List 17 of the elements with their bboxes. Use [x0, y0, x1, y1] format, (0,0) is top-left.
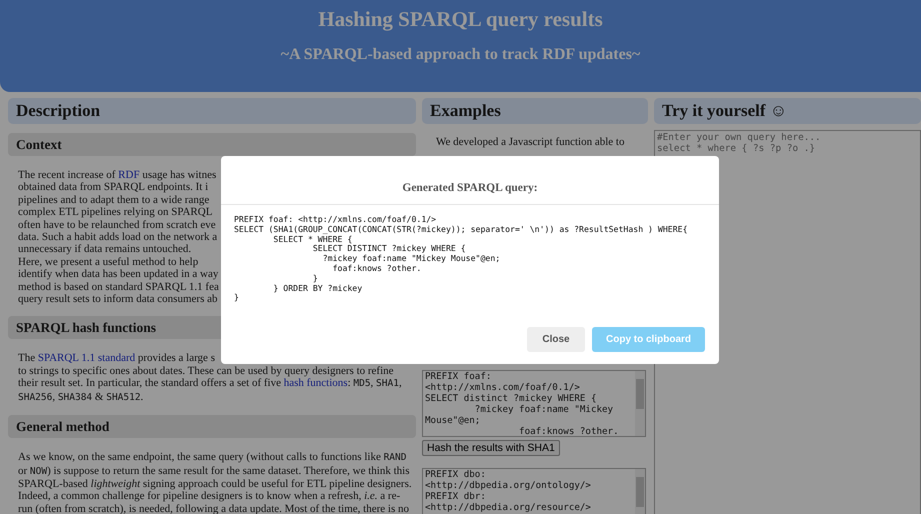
- query-text-area[interactable]: PREFIX foaf: <http://xmlns.com/foaf/0.1/> SELECT distinct ?mickey WHERE { ?mickey foaf:name "Mickey Mouse"@en; foaf:knows ?other.: [422, 370, 646, 437]
- page-subtitle: ~A SPARQL-based approach to track RDF updates~: [280, 46, 642, 64]
- text-link[interactable]: SPARQL 1.1 standard: [38, 352, 136, 364]
- subsection-heading: Context: [8, 133, 416, 156]
- hash-button[interactable]: Hash the results with SHA1: [422, 440, 560, 456]
- text-link[interactable]: hash functions: [284, 377, 348, 390]
- section-heading: Try it yourself ☺: [654, 98, 921, 124]
- text-link[interactable]: RDF: [118, 169, 140, 181]
- paragraph: As we know, on the same endpoint, the same query (without calls to functions like RAND or NOW) is suppose to return the same result for the same dataset. Therefore, we think this SPARQL-based lightweight signing approach could be useful for ETL pipeline designers. Indeed, a common challenge for pipeline designers is to know when a refresh, i.e. a re- run (often from scratch), is needed, following a data update. Most of the time, there is no: [17, 451, 413, 514]
- query-text-area[interactable]: PREFIX dbo: <http://dbpedia.org/ontology/> PREFIX dbr: <http://dbpedia.org/resource/>: [422, 468, 646, 514]
- paragraph: We developed a Javascript function able to: [435, 136, 626, 149]
- subsection-heading: General method: [8, 415, 416, 438]
- close-button[interactable]: Close: [527, 327, 585, 352]
- page-title: Hashing SPARQL query results: [317, 7, 604, 32]
- section-heading: Description: [8, 98, 416, 124]
- section-heading: Examples: [422, 98, 648, 124]
- modal-title: Generated SPARQL query:: [221, 156, 719, 205]
